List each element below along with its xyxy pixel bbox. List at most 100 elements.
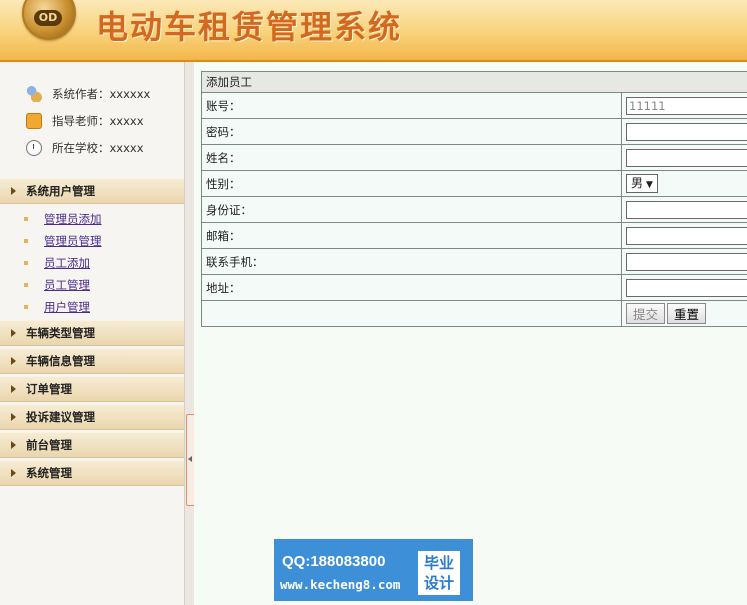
- address-label: 地址：: [201, 274, 622, 301]
- logo-icon: OD: [22, 0, 76, 40]
- menu-item-label: 管理员添加: [44, 212, 102, 226]
- idcard-input[interactable]: [626, 200, 747, 219]
- form-row-name: 姓名：: [201, 144, 747, 171]
- watermark-qq: QQ:188083800: [282, 553, 386, 570]
- clock-icon: [26, 139, 42, 156]
- form-row-actions: 提交 重置: [201, 300, 747, 327]
- menu-item-manage-admin[interactable]: 管理员管理: [0, 230, 184, 252]
- form-row-email: 邮箱：: [201, 222, 747, 249]
- idcard-cell: [621, 196, 747, 223]
- caret-right-icon: [11, 329, 16, 337]
- app-title: 电动车租赁管理系统: [96, 8, 403, 46]
- watermark-badge-line1: 毕业: [423, 554, 454, 572]
- menu-item-label: 员工添加: [44, 256, 90, 270]
- menu-group-label: 系统用户管理: [26, 184, 95, 198]
- bullet-icon: [24, 261, 28, 265]
- sidebar: 系统作者：xxxxxx 指导老师：xxxxx 所在学校：xxxxx 系统用户管理…: [0, 62, 184, 605]
- teacher-icon: [26, 112, 42, 129]
- account-cell: [621, 92, 747, 119]
- info-author: 系统作者：xxxxxx: [0, 80, 184, 107]
- info-teacher-label: 指导老师：xxxxx: [52, 113, 144, 128]
- menu-group-label: 系统管理: [26, 466, 72, 480]
- name-input[interactable]: [626, 148, 747, 167]
- idcard-label: 身份证：: [201, 196, 622, 223]
- actions-spacer: [201, 300, 622, 327]
- menu-group-vehicle-types[interactable]: 车辆类型管理: [0, 320, 184, 346]
- gender-cell: 男 ▼: [621, 170, 747, 197]
- add-employee-form: 添加员工 账号： 密码： 姓名： 性别： 男▼ 身份证： 邮箱：: [201, 71, 747, 327]
- info-author-label: 系统作者：xxxxxx: [52, 86, 151, 101]
- people-icon: [26, 85, 42, 102]
- menu-group-orders[interactable]: 订单管理: [0, 376, 184, 402]
- watermark-url: www.kecheng8.com: [280, 577, 401, 592]
- account-label: 账号：: [201, 92, 622, 119]
- email-cell: [621, 222, 747, 249]
- menu-item-label: 管理员管理: [44, 234, 102, 248]
- menu-item-add-admin[interactable]: 管理员添加: [0, 208, 184, 230]
- watermark-badge-line2: 设计: [423, 574, 454, 592]
- watermark-badge: 毕业 设计: [418, 551, 460, 595]
- menu-item-label: 用户管理: [44, 300, 90, 314]
- menu-group-label: 车辆信息管理: [26, 354, 95, 368]
- info-school-label: 所在学校：xxxxx: [52, 140, 144, 155]
- menu-item-manage-users[interactable]: 用户管理: [0, 296, 184, 318]
- name-cell: [621, 144, 747, 171]
- header-banner: OD 电动车租赁管理系统: [0, 0, 747, 62]
- form-title: 添加员工: [201, 71, 747, 93]
- menu-item-label: 员工管理: [44, 278, 90, 292]
- menu-group-label: 车辆类型管理: [26, 326, 95, 340]
- menu-item-add-employee[interactable]: 员工添加: [0, 252, 184, 274]
- bullet-icon: [24, 239, 28, 243]
- gender-select-value: 男: [631, 176, 644, 190]
- bullet-icon: [24, 217, 28, 221]
- caret-right-icon: [11, 441, 16, 449]
- email-label: 邮箱：: [201, 222, 622, 249]
- password-cell: [621, 118, 747, 145]
- address-cell: [621, 274, 747, 301]
- email-input[interactable]: [626, 226, 747, 245]
- form-row-phone: 联系手机：: [201, 248, 747, 275]
- form-row-address: 地址：: [201, 274, 747, 301]
- menu-group-label: 前台管理: [26, 438, 72, 452]
- form-title-row: 添加员工: [201, 71, 747, 93]
- account-input[interactable]: [626, 96, 747, 115]
- form-row-password: 密码：: [201, 118, 747, 145]
- caret-right-icon: [11, 187, 16, 195]
- sidebar-info: 系统作者：xxxxxx 指导老师：xxxxx 所在学校：xxxxx: [0, 62, 184, 161]
- menu-group-complaints[interactable]: 投诉建议管理: [0, 404, 184, 430]
- info-school: 所在学校：xxxxx: [0, 134, 184, 161]
- gender-label: 性别：: [201, 170, 622, 197]
- address-input[interactable]: [626, 278, 747, 297]
- gender-select[interactable]: 男 ▼: [626, 174, 658, 193]
- caret-right-icon: [11, 385, 16, 393]
- password-input[interactable]: [626, 122, 747, 141]
- caret-right-icon: [11, 413, 16, 421]
- menu-group-vehicle-info[interactable]: 车辆信息管理: [0, 348, 184, 374]
- name-label: 姓名：: [201, 144, 622, 171]
- phone-input[interactable]: [626, 252, 747, 271]
- menu-group-system-users[interactable]: 系统用户管理: [0, 178, 184, 204]
- form-row-account: 账号：: [201, 92, 747, 119]
- watermark-banner: QQ:188083800 www.kecheng8.com 毕业 设计: [274, 539, 473, 601]
- logo-text: OD: [34, 10, 62, 26]
- info-teacher: 指导老师：xxxxx: [0, 107, 184, 134]
- menu-subitems: 管理员添加 管理员管理 员工添加 员工管理 用户管理: [0, 206, 184, 320]
- main-content: 添加员工 账号： 密码： 姓名： 性别： 男▼ 身份证： 邮箱：: [194, 62, 747, 605]
- submit-button[interactable]: 提交: [626, 303, 666, 324]
- phone-label: 联系手机：: [201, 248, 622, 275]
- password-label: 密码：: [201, 118, 622, 145]
- actions-cell: 提交 重置: [621, 300, 747, 327]
- dropdown-arrow-icon: ▼: [646, 180, 653, 190]
- sidebar-menu: 系统用户管理 管理员添加 管理员管理 员工添加 员工管理 用户管理 车辆类型管理…: [0, 178, 184, 488]
- bullet-icon: [24, 283, 28, 287]
- form-row-gender: 性别： 男 ▼: [201, 170, 747, 197]
- form-row-idcard: 身份证：: [201, 196, 747, 223]
- phone-cell: [621, 248, 747, 275]
- caret-right-icon: [11, 357, 16, 365]
- bullet-icon: [24, 305, 28, 309]
- menu-group-frontend[interactable]: 前台管理: [0, 432, 184, 458]
- menu-item-manage-employee[interactable]: 员工管理: [0, 274, 184, 296]
- menu-group-label: 订单管理: [26, 382, 72, 396]
- reset-button[interactable]: 重置: [667, 303, 707, 324]
- menu-group-system[interactable]: 系统管理: [0, 460, 184, 486]
